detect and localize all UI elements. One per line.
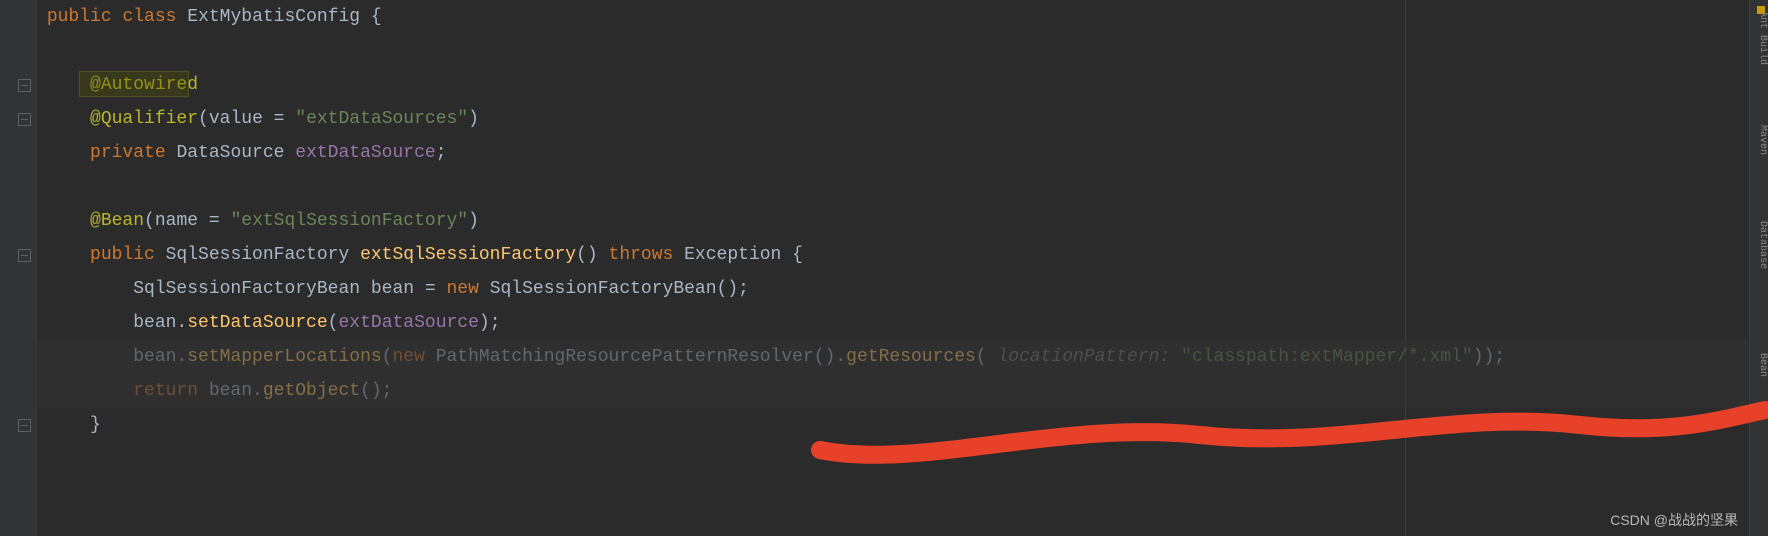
tool-bean[interactable]: Bean: [1750, 340, 1768, 390]
fold-icon[interactable]: [18, 79, 31, 92]
code-editor[interactable]: public class ExtMybatisConfig { @Autowir…: [0, 0, 1768, 536]
watermark: CSDN @战战的坚果: [1610, 510, 1738, 530]
marker-rail[interactable]: Ant Build Maven Database Bean: [1749, 0, 1768, 536]
tool-maven[interactable]: Maven: [1750, 110, 1768, 170]
gutter: [0, 0, 37, 536]
tool-ant[interactable]: Ant Build: [1750, 8, 1768, 68]
fold-icon[interactable]: [18, 249, 31, 262]
code-area[interactable]: public class ExtMybatisConfig { @Autowir…: [36, 0, 1748, 536]
code-content[interactable]: public class ExtMybatisConfig { @Autowir…: [36, 0, 1748, 442]
fold-icon[interactable]: [18, 419, 31, 432]
fold-icon[interactable]: [18, 113, 31, 126]
warning-marker[interactable]: [1757, 6, 1765, 14]
tool-database[interactable]: Database: [1750, 210, 1768, 280]
